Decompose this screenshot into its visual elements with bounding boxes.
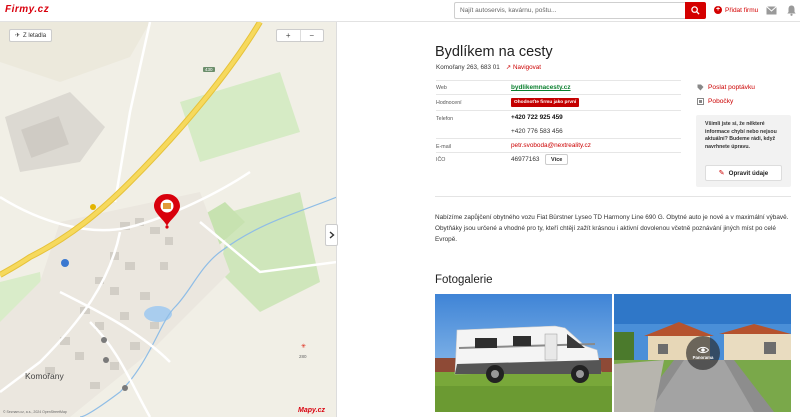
top-header: Firmy.cz + Přidat firmu: [0, 0, 800, 22]
navigate-icon: ↗: [505, 64, 511, 71]
add-firm-link[interactable]: + Přidat firmu: [714, 6, 758, 14]
zoom-in-button[interactable]: +: [277, 30, 301, 41]
web-label: Web: [436, 85, 447, 91]
panorama-label: Panorama: [692, 355, 714, 360]
map-view[interactable]: ✳ 280 ✈ Z letadla + − 430 Komořany © Sez…: [0, 22, 337, 417]
road-number-label: 430: [203, 67, 215, 72]
edit-info-button[interactable]: ✎ Opravit údaje: [705, 165, 782, 181]
search-icon: [691, 6, 700, 15]
more-info-button[interactable]: Více: [545, 154, 569, 165]
collapse-map-button[interactable]: [325, 224, 338, 246]
zoom-out-button[interactable]: −: [301, 30, 324, 41]
gallery-photo-motorhome[interactable]: [435, 294, 612, 412]
gallery-photo-panorama[interactable]: Panorama: [614, 294, 791, 412]
airplane-icon: ✈: [15, 33, 21, 39]
plus-icon: +: [714, 6, 722, 14]
branches-link[interactable]: Pobočky: [697, 98, 733, 105]
row-rating: Hodnocení Ohodnoťte firmu jako první: [436, 94, 681, 110]
edit-info-label: Opravit údaje: [728, 169, 769, 177]
email-link[interactable]: petr.svoboda@nextreality.cz: [511, 142, 591, 149]
mail-icon[interactable]: [766, 6, 777, 15]
branches-label: Pobočky: [708, 98, 734, 105]
business-description: Nabízíme zapůjčení obytného vozu Fiat Bü…: [435, 214, 789, 243]
row-email: E-mail petr.svoboda@nextreality.cz: [436, 138, 681, 152]
map-town-label: Komořany: [25, 371, 64, 381]
section-divider: [435, 196, 791, 197]
panorama-button[interactable]: Panorama: [686, 336, 720, 370]
web-link[interactable]: bydlikemnacesty.cz: [511, 84, 571, 91]
send-inquiry-link[interactable]: Poslat poptávku: [697, 84, 755, 91]
navigate-link[interactable]: ↗ Navigovat: [506, 64, 541, 71]
svg-text:280: 280: [299, 354, 307, 359]
ico-label: IČO: [436, 157, 446, 163]
edit-suggestion-box: Všimli jste si, že některé informace chy…: [696, 115, 791, 187]
zoom-control: + −: [276, 29, 324, 42]
rate-first-button[interactable]: Ohodnoťte firmu jako první: [511, 98, 580, 107]
add-firm-label: Přidat firmu: [725, 6, 759, 14]
phone-label: Telefon: [436, 116, 454, 122]
gallery-title: Fotogalerie: [435, 274, 493, 286]
tag-icon: [697, 84, 704, 91]
phone-secondary[interactable]: +420 776 583 456: [511, 128, 563, 135]
aerial-view-label: Z letadla: [23, 32, 47, 39]
map-canvas[interactable]: ✳ 280: [0, 22, 337, 417]
motorhome-image: [435, 294, 612, 412]
branches-icon: [697, 98, 704, 105]
bell-icon[interactable]: [787, 5, 796, 16]
email-label: E-mail: [436, 144, 452, 150]
chevron-right-icon: [329, 231, 335, 239]
rating-label: Hodnocení: [436, 100, 462, 106]
row-ico: IČO 46977163 Více: [436, 152, 681, 168]
business-title: Bydlíkem na cesty: [435, 44, 553, 60]
search-input[interactable]: [454, 2, 685, 19]
business-address: Komořany 263, 683 01: [436, 64, 500, 71]
mapy-logo[interactable]: Mapy.cz: [298, 407, 325, 414]
eye-icon: [697, 346, 709, 354]
svg-text:✳: ✳: [301, 343, 306, 350]
edit-suggestion-text: Všimli jste si, že některé informace chy…: [705, 121, 777, 150]
send-inquiry-label: Poslat poptávku: [708, 84, 755, 91]
business-address-line: Komořany 263, 683 01 ↗ Navigovat: [436, 64, 541, 71]
search-button[interactable]: [685, 2, 706, 19]
map-copyright: © Seznam.cz, a.s., 2024 OpenStreetMap: [3, 410, 67, 414]
aerial-view-button[interactable]: ✈ Z letadla: [9, 29, 53, 42]
row-web: Web bydlikemnacesty.cz: [436, 80, 681, 94]
firmy-logo[interactable]: Firmy.cz: [5, 4, 49, 15]
row-phone: Telefon +420 722 925 459 +420 776 583 45…: [436, 110, 681, 138]
navigate-label: Navigovat: [513, 64, 542, 71]
pencil-icon: ✎: [718, 170, 725, 177]
phone-primary[interactable]: +420 722 925 459: [511, 114, 563, 121]
ico-value: 46977163: [511, 156, 540, 163]
